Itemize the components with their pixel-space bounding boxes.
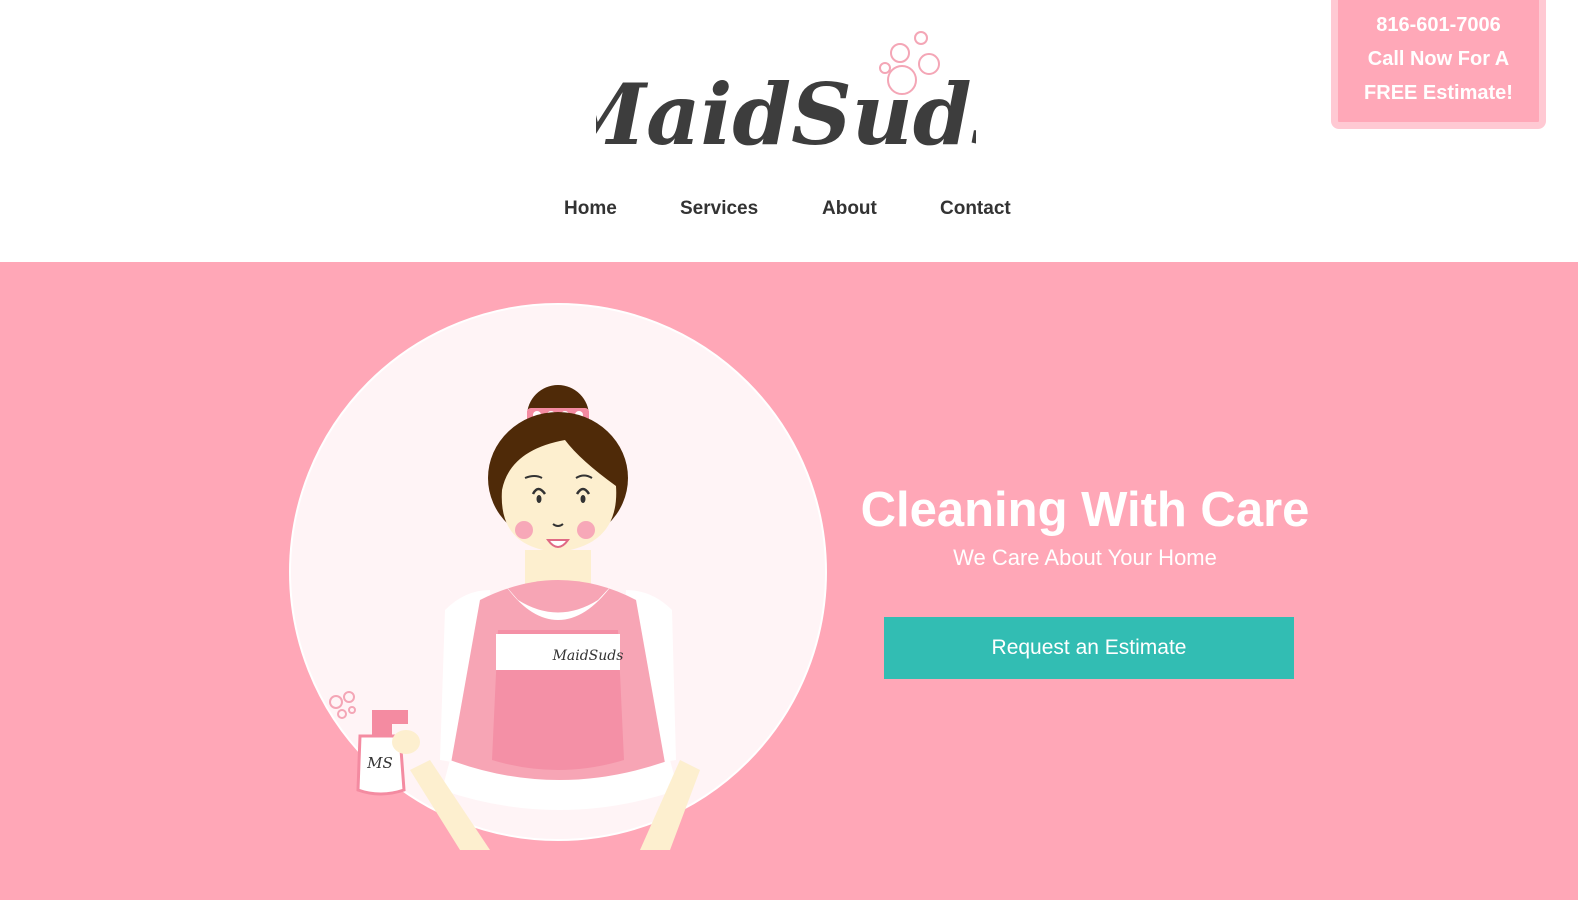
- main-nav: Home Services About Contact: [0, 198, 1578, 224]
- hero-subtitle: We Care About Your Home: [953, 545, 1217, 570]
- bottle-label: MS: [366, 754, 393, 772]
- call-now-callout[interactable]: 816-601-7006 Call Now For A FREE Estimat…: [1331, 0, 1546, 129]
- hero-section: MaidSuds MS Cleaning With Care We Care A…: [0, 262, 1578, 900]
- nav-home[interactable]: Home: [564, 198, 617, 220]
- logo-wordmark: MaidSuds: [596, 65, 976, 164]
- callout-line-2: FREE Estimate!: [1364, 82, 1513, 104]
- maidsuds-logo[interactable]: MaidSuds: [596, 28, 976, 168]
- nav-contact[interactable]: Contact: [940, 198, 1011, 220]
- nav-services[interactable]: Services: [680, 198, 758, 220]
- callout-phone[interactable]: 816-601-7006: [1338, 8, 1539, 42]
- callout-line-1: Call Now For A: [1367, 48, 1510, 70]
- apron-logo: MaidSuds: [552, 648, 624, 664]
- maid-illustration: MaidSuds MS: [280, 290, 840, 870]
- hero-title: Cleaning With Care: [860, 483, 1310, 537]
- nav-about[interactable]: About: [822, 198, 877, 220]
- request-estimate-button[interactable]: Request an Estimate: [884, 617, 1294, 679]
- logo-graphic: MaidSuds: [596, 31, 976, 164]
- site-header: MaidSuds Home Services About Contact 816…: [0, 0, 1578, 262]
- maid-illustration-graphic: MaidSuds MS: [289, 303, 827, 850]
